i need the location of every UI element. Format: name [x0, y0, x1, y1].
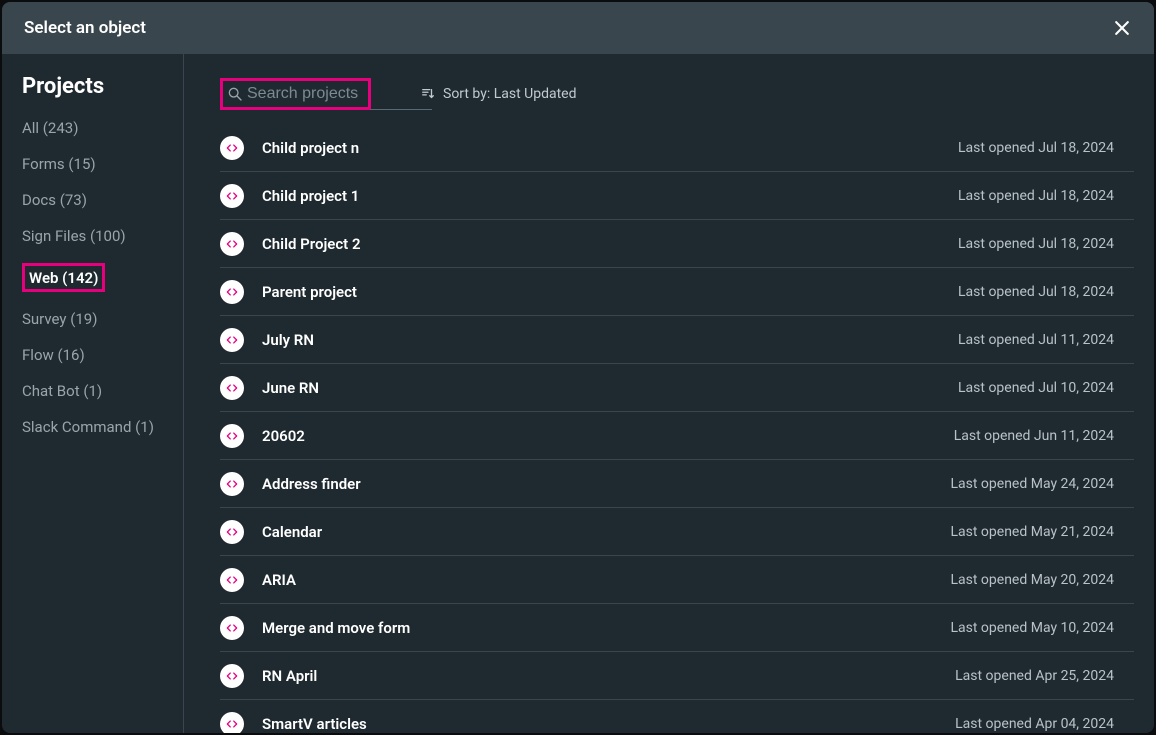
project-meta: Last opened Apr 25, 2024 [955, 668, 1114, 684]
code-icon [220, 136, 244, 160]
sidebar-items: All (243) Forms (15) Docs (73) Sign Files (… [22, 119, 183, 436]
select-object-modal: Select an object Projects All (243) Forms… [2, 2, 1154, 733]
search-underline [370, 109, 432, 110]
sidebar-item[interactable]: Slack Command (1) [22, 418, 183, 436]
code-icon [220, 712, 244, 734]
project-row[interactable]: Child Project 2Last opened Jul 18, 2024 [220, 220, 1134, 268]
sidebar-item[interactable]: Docs (73) [22, 191, 183, 209]
search-icon [227, 86, 243, 102]
project-meta: Last opened Jul 18, 2024 [958, 188, 1114, 204]
code-icon [220, 424, 244, 448]
sidebar-item[interactable]: Web (142) [29, 269, 98, 287]
project-name: Child project 1 [262, 187, 958, 205]
main-panel: Sort by: Last Updated Child project nLas… [184, 54, 1154, 733]
project-meta: Last opened May 24, 2024 [951, 476, 1115, 492]
project-row[interactable]: Merge and move formLast opened May 10, 2… [220, 604, 1134, 652]
code-icon [220, 520, 244, 544]
sidebar: Projects All (243) Forms (15) Docs (73) Sig… [2, 54, 184, 733]
project-name: 20602 [262, 427, 954, 445]
project-row[interactable]: RN AprilLast opened Apr 25, 2024 [220, 652, 1134, 700]
project-meta: Last opened Jul 18, 2024 [958, 236, 1114, 252]
project-meta: Last opened Jul 18, 2024 [958, 284, 1114, 300]
project-name: Child project n [262, 139, 958, 157]
project-row[interactable]: Child project 1Last opened Jul 18, 2024 [220, 172, 1134, 220]
project-row[interactable]: 20602Last opened Jun 11, 2024 [220, 412, 1134, 460]
project-name: SmartV articles [262, 715, 955, 733]
project-name: June RN [262, 379, 958, 397]
project-meta: Last opened Apr 04, 2024 [955, 716, 1114, 732]
project-row[interactable]: SmartV articlesLast opened Apr 04, 2024 [220, 700, 1134, 733]
project-meta: Last opened Jul 10, 2024 [958, 380, 1114, 396]
search-input[interactable] [247, 85, 362, 103]
sort-label: Sort by: Last Updated [443, 86, 577, 102]
code-icon [220, 280, 244, 304]
code-icon [220, 568, 244, 592]
project-name: ARIA [262, 571, 951, 589]
sidebar-item[interactable]: Chat Bot (1) [22, 382, 183, 400]
project-meta: Last opened Jun 11, 2024 [954, 428, 1114, 444]
project-list[interactable]: Child project nLast opened Jul 18, 2024C… [220, 124, 1134, 733]
sidebar-item[interactable]: Sign Files (100) [22, 227, 183, 245]
project-row[interactable]: July RNLast opened Jul 11, 2024 [220, 316, 1134, 364]
project-row[interactable]: June RNLast opened Jul 10, 2024 [220, 364, 1134, 412]
project-meta: Last opened May 10, 2024 [951, 620, 1115, 636]
modal-title: Select an object [24, 18, 146, 38]
project-name: Child Project 2 [262, 235, 958, 253]
code-icon [220, 616, 244, 640]
project-row[interactable]: Address finderLast opened May 24, 2024 [220, 460, 1134, 508]
sidebar-item[interactable]: Survey (19) [22, 310, 183, 328]
modal-body: Projects All (243) Forms (15) Docs (73) Sig… [2, 54, 1154, 733]
toolbar: Sort by: Last Updated [220, 54, 1134, 124]
code-icon [220, 376, 244, 400]
sidebar-item[interactable]: Forms (15) [22, 155, 183, 173]
code-icon [220, 328, 244, 352]
code-icon [220, 664, 244, 688]
modal-header: Select an object [2, 2, 1154, 54]
project-row[interactable]: CalendarLast opened May 21, 2024 [220, 508, 1134, 556]
project-name: Merge and move form [262, 619, 951, 637]
code-icon [220, 472, 244, 496]
sort-icon [421, 87, 435, 101]
sort-control[interactable]: Sort by: Last Updated [421, 86, 577, 102]
close-icon [1112, 18, 1132, 38]
project-name: Address finder [262, 475, 951, 493]
project-name: RN April [262, 667, 955, 685]
project-meta: Last opened May 20, 2024 [951, 572, 1115, 588]
project-meta: Last opened May 21, 2024 [951, 524, 1115, 540]
code-icon [220, 232, 244, 256]
project-row[interactable]: ARIALast opened May 20, 2024 [220, 556, 1134, 604]
sidebar-item[interactable]: Flow (16) [22, 346, 183, 364]
sidebar-title: Projects [22, 74, 183, 99]
project-name: Calendar [262, 523, 951, 541]
sidebar-item[interactable]: All (243) [22, 119, 183, 137]
project-name: July RN [262, 331, 958, 349]
code-icon [220, 184, 244, 208]
project-row[interactable]: Parent projectLast opened Jul 18, 2024 [220, 268, 1134, 316]
project-meta: Last opened Jul 18, 2024 [958, 140, 1114, 156]
highlight-box: Web (142) [22, 263, 105, 292]
project-name: Parent project [262, 283, 958, 301]
search-wrapper [220, 78, 371, 110]
close-button[interactable] [1108, 14, 1136, 42]
project-meta: Last opened Jul 11, 2024 [958, 332, 1114, 348]
project-row[interactable]: Child project nLast opened Jul 18, 2024 [220, 124, 1134, 172]
